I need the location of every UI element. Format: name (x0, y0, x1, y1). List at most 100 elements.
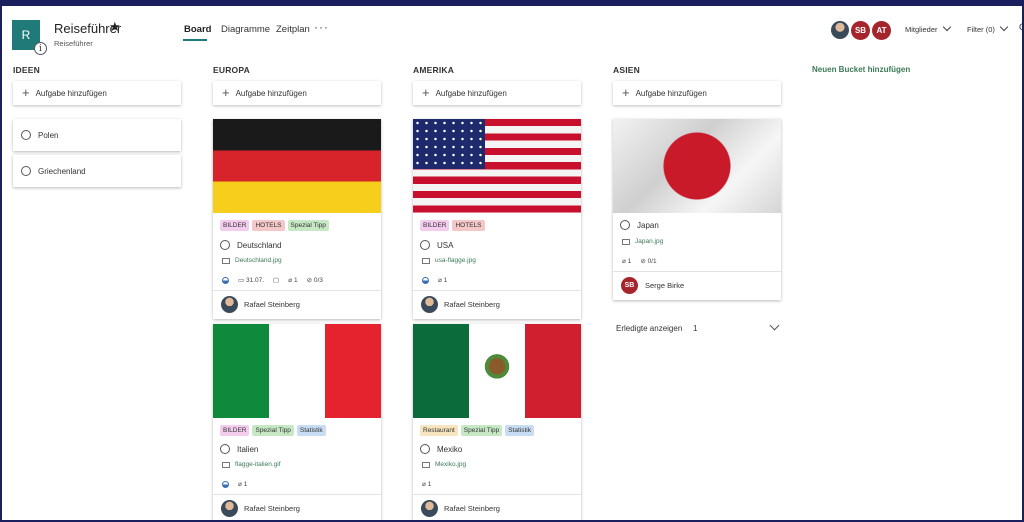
task-meta: ⌀ 1 (422, 480, 431, 488)
label-badge[interactable]: Statistik (296, 425, 326, 436)
label-badge[interactable]: Spezial Tipp (460, 425, 503, 436)
bucket-title-asien[interactable]: ASIEN (613, 65, 640, 75)
avatar-sb[interactable]: SB (851, 21, 870, 40)
tab-diagramme[interactable]: Diagramme (221, 24, 270, 35)
bucket-title-ideen[interactable]: IDEEN (13, 65, 40, 75)
task-title-row: Japan (620, 220, 659, 230)
divider (413, 290, 581, 291)
add-task-button[interactable]: + Aufgabe hinzufügen (213, 81, 381, 105)
paperclip-icon: ⌀ (238, 481, 242, 488)
task-card-deutschland[interactable]: BILDER HOTELS Spezial Tipp Deutschland D… (213, 119, 381, 319)
count-value: 1 (243, 481, 248, 488)
task-title-row: Mexiko (420, 444, 462, 454)
plan-subtitle: Reiseführer (54, 39, 93, 48)
date-value: 31.07. (245, 277, 265, 284)
label-badge[interactable]: Statistik (505, 425, 534, 436)
star-icon[interactable]: ★ (109, 19, 121, 35)
divider (213, 494, 381, 495)
new-bucket-button[interactable]: Neuen Bucket hinzufügen (812, 65, 910, 74)
add-task-button[interactable]: + Aufgabe hinzufügen (13, 81, 181, 105)
flag-image-italy (213, 324, 381, 418)
file-name: Deutschland.jpg (235, 257, 282, 264)
flag-image-japan (613, 119, 781, 213)
label-badge[interactable]: HOTELS (452, 220, 485, 231)
assignee[interactable]: Rafael Steinberg (221, 296, 300, 313)
tab-underline (183, 39, 207, 41)
task-card-mexiko[interactable]: Restaurant Spezial Tipp Statistik Mexiko… (413, 324, 581, 520)
checklist-icon: ⊘ (306, 277, 313, 284)
assignee[interactable]: SB Serge Birke (621, 277, 684, 294)
group-button[interactable]: G (1019, 22, 1022, 32)
label-badge[interactable]: BILDER (420, 220, 450, 231)
chevron-down-icon[interactable] (769, 320, 780, 331)
task-card-griechenland[interactable]: Griechenland (13, 155, 181, 187)
avatar-at[interactable]: AT (872, 21, 891, 40)
circle-checkbox-icon[interactable] (620, 220, 630, 230)
assignee-name: Rafael Steinberg (244, 300, 300, 309)
circle-checkbox-icon[interactable] (420, 240, 430, 250)
checklist-icon: ⊘ (640, 258, 646, 265)
info-icon[interactable]: i (34, 42, 47, 55)
paperclip-icon: ⌀ (438, 277, 442, 284)
chevron-down-icon (999, 22, 1009, 32)
label-badge[interactable]: Spezial Tipp (287, 220, 329, 231)
label-list: BILDER Spezial Tipp Statistik (220, 425, 326, 436)
attachment-file[interactable]: Japan.jpg (622, 238, 663, 245)
bucket-title-amerika[interactable]: AMERIKA (413, 65, 454, 75)
task-name: Polen (38, 130, 59, 140)
attachment-file[interactable]: Mexiko.jpg (422, 461, 466, 468)
circle-checkbox-icon[interactable] (21, 166, 31, 176)
filter-button[interactable]: Filter (0) (967, 22, 1009, 34)
tab-board[interactable]: Board (184, 24, 211, 35)
label-list: BILDER HOTELS Spezial Tipp (220, 220, 329, 231)
circle-checkbox-icon[interactable] (420, 444, 430, 454)
avatar (421, 500, 438, 517)
show-completed-button[interactable]: Erledigte anzeigen (616, 324, 682, 333)
task-card-italien[interactable]: BILDER Spezial Tipp Statistik Italien fl… (213, 324, 381, 520)
avatar (421, 296, 438, 313)
image-icon (222, 257, 230, 264)
checklist-count: ⊘ 0/3 (307, 276, 323, 284)
avatar[interactable] (831, 21, 849, 39)
task-meta: ▭ 31.07. ▢ ⌀ 1 ⊘ 0/3 (222, 276, 323, 284)
members-button[interactable]: Mitglieder (905, 22, 951, 34)
bucket-title-europa[interactable]: EUROPA (213, 65, 250, 75)
attachment-file[interactable]: flagge-italien.gif (222, 461, 281, 468)
add-task-button[interactable]: + Aufgabe hinzufügen (613, 81, 781, 105)
add-task-button[interactable]: + Aufgabe hinzufügen (413, 81, 581, 105)
image-icon (422, 257, 430, 264)
attachment-file[interactable]: usa-flagge.jpg (422, 257, 476, 264)
plus-icon: + (622, 85, 630, 100)
task-meta: ⌀ 1 (422, 276, 447, 284)
assignee[interactable]: Rafael Steinberg (421, 296, 500, 313)
file-name: flagge-italien.gif (235, 461, 281, 468)
circle-checkbox-icon[interactable] (21, 130, 31, 140)
count-value: 0/1 (647, 258, 657, 265)
task-name: Japan (637, 220, 659, 230)
task-card-japan[interactable]: Japan Japan.jpg ⌀ 1 ⊘ 0/1 SB Serge Birke (613, 119, 781, 300)
flag-emblem (481, 352, 513, 388)
label-badge[interactable]: BILDER (220, 425, 250, 436)
attachment-count: ⌀ 1 (288, 276, 297, 284)
circle-checkbox-icon[interactable] (220, 444, 230, 454)
tab-zeitplan[interactable]: Zeitplan (276, 24, 310, 35)
label-badge[interactable]: Spezial Tipp (252, 425, 294, 436)
assignee[interactable]: Rafael Steinberg (421, 500, 500, 517)
flag-image-mexico (413, 324, 581, 418)
label-badge[interactable]: BILDER (220, 220, 250, 231)
task-card-usa[interactable]: BILDER HOTELS USA usa-flagge.jpg ⌀ 1 Raf… (413, 119, 581, 319)
task-name: Italien (237, 444, 259, 454)
add-task-label: Aufgabe hinzufügen (635, 88, 707, 98)
plan-initial: R (21, 28, 31, 42)
label-badge[interactable]: Restaurant (420, 425, 458, 436)
assignee[interactable]: Rafael Steinberg (221, 500, 300, 517)
circle-checkbox-icon[interactable] (220, 240, 230, 250)
task-card-polen[interactable]: Polen (13, 119, 181, 151)
attachment-file[interactable]: Deutschland.jpg (222, 257, 282, 264)
task-name: Mexiko (437, 444, 463, 454)
progress-icon (422, 276, 429, 284)
label-badge[interactable]: HOTELS (252, 220, 285, 231)
image-icon (422, 461, 430, 468)
file-name: Japan.jpg (635, 238, 664, 245)
more-icon[interactable]: ··· (314, 20, 329, 34)
